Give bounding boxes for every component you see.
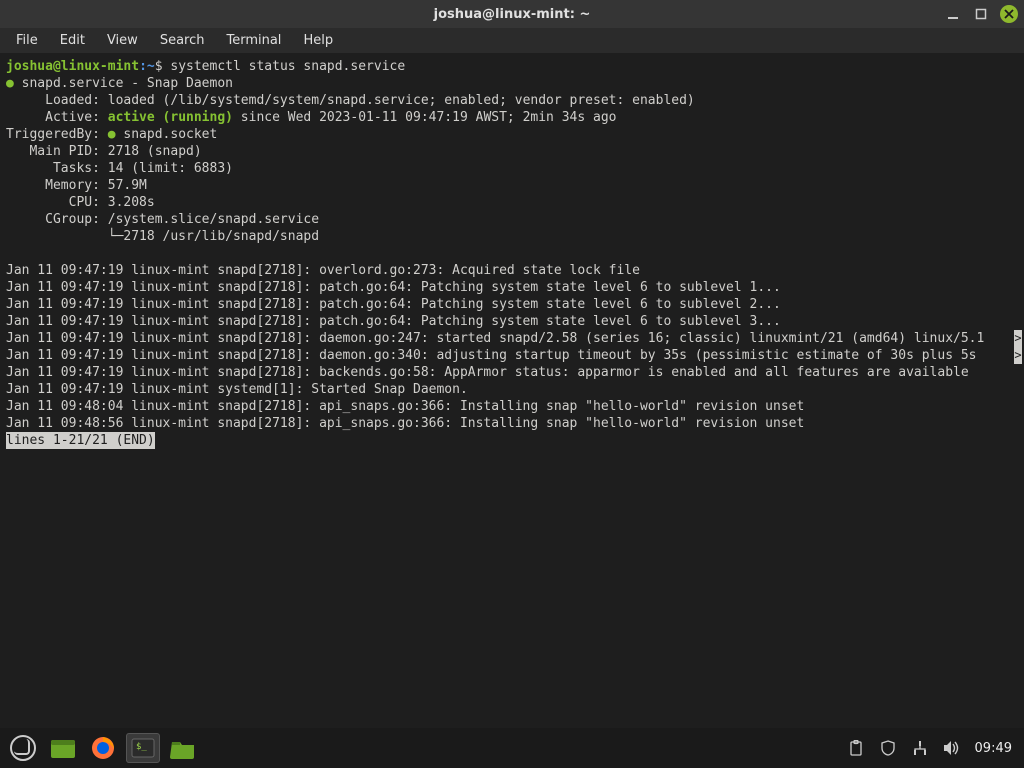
- log-line: Jan 11 09:47:19 linux-mint snapd[2718]: …: [6, 331, 984, 346]
- line-truncated-icon: >: [1014, 347, 1022, 364]
- cgroup-tree-line: └─2718 /usr/lib/snapd/snapd: [6, 229, 319, 244]
- system-tray: 09:49: [847, 739, 1018, 757]
- prompt-line: joshua@linux-mint:~$ systemctl status sn…: [6, 59, 405, 74]
- show-desktop-button[interactable]: [46, 733, 80, 763]
- unit-name: snapd.service - Snap Daemon: [22, 76, 233, 91]
- active-status: active (running): [108, 110, 233, 125]
- loaded-line: Loaded: loaded (/lib/systemd/system/snap…: [6, 93, 695, 108]
- menu-edit[interactable]: Edit: [50, 30, 95, 51]
- log-line: Jan 11 09:47:19 linux-mint snapd[2718]: …: [6, 263, 640, 278]
- prompt-sep: :: [139, 59, 147, 74]
- unit-header: ● snapd.service - Snap Daemon: [6, 76, 233, 91]
- log-line: Jan 11 09:47:19 linux-mint snapd[2718]: …: [6, 297, 781, 312]
- pager-status: lines 1-21/21 (END): [6, 432, 155, 449]
- mint-logo-icon: [10, 735, 36, 761]
- panel-left: $_: [6, 733, 200, 763]
- status-dot-icon: ●: [6, 76, 14, 91]
- firefox-launcher[interactable]: [86, 733, 120, 763]
- menu-terminal[interactable]: Terminal: [216, 30, 291, 51]
- log-line: Jan 11 09:48:04 linux-mint snapd[2718]: …: [6, 399, 804, 414]
- prompt-symbol: $: [155, 59, 163, 74]
- tasks-line: Tasks: 14 (limit: 6883): [6, 161, 233, 176]
- window-titlebar[interactable]: joshua@linux-mint: ~: [0, 0, 1024, 28]
- active-line: Active: active (running) since Wed 2023-…: [6, 110, 617, 125]
- cpu-line: CPU: 3.208s: [6, 195, 155, 210]
- desktop-panel: $_ 09:49: [0, 728, 1024, 768]
- mainpid-line: Main PID: 2718 (snapd): [6, 144, 202, 159]
- log-line: Jan 11 09:47:19 linux-mint snapd[2718]: …: [6, 365, 969, 380]
- panel-clock[interactable]: 09:49: [975, 741, 1012, 756]
- memory-line: Memory: 57.9M: [6, 178, 147, 193]
- menu-search[interactable]: Search: [150, 30, 215, 51]
- prompt-user: joshua@linux-mint: [6, 59, 139, 74]
- network-icon[interactable]: [911, 739, 929, 757]
- taskbar-terminal[interactable]: $_: [126, 733, 160, 763]
- clipboard-icon[interactable]: [847, 739, 865, 757]
- close-button[interactable]: [1000, 5, 1018, 23]
- terminal-viewport[interactable]: joshua@linux-mint:~$ systemctl status sn…: [0, 54, 1024, 728]
- menu-view[interactable]: View: [97, 30, 148, 51]
- log-line: Jan 11 09:47:19 linux-mint systemd[1]: S…: [6, 382, 468, 397]
- menu-help[interactable]: Help: [293, 30, 343, 51]
- volume-icon[interactable]: [943, 739, 961, 757]
- terminal-window: joshua@linux-mint: ~ File Edit View Sear…: [0, 0, 1024, 728]
- svg-text:$_: $_: [136, 742, 147, 752]
- log-line: Jan 11 09:48:56 linux-mint snapd[2718]: …: [6, 416, 804, 431]
- menu-file[interactable]: File: [6, 30, 48, 51]
- log-line: Jan 11 09:47:19 linux-mint snapd[2718]: …: [6, 314, 781, 329]
- menu-bar: File Edit View Search Terminal Help: [0, 28, 1024, 54]
- line-truncated-icon: >: [1014, 330, 1022, 347]
- window-title: joshua@linux-mint: ~: [434, 7, 591, 22]
- socket-dot-icon: ●: [108, 127, 116, 142]
- prompt-path: ~: [147, 59, 155, 74]
- log-line: Jan 11 09:47:19 linux-mint snapd[2718]: …: [6, 348, 984, 363]
- maximize-button[interactable]: [972, 5, 990, 23]
- log-line: Jan 11 09:47:19 linux-mint snapd[2718]: …: [6, 280, 781, 295]
- shield-icon[interactable]: [879, 739, 897, 757]
- window-controls: [944, 5, 1018, 23]
- cgroup-line: CGroup: /system.slice/snapd.service: [6, 212, 319, 227]
- command-text: systemctl status snapd.service: [170, 59, 405, 74]
- minimize-button[interactable]: [944, 5, 962, 23]
- files-launcher[interactable]: [166, 733, 200, 763]
- triggeredby-line: TriggeredBy: ● snapd.socket: [6, 127, 217, 142]
- start-menu-button[interactable]: [6, 733, 40, 763]
